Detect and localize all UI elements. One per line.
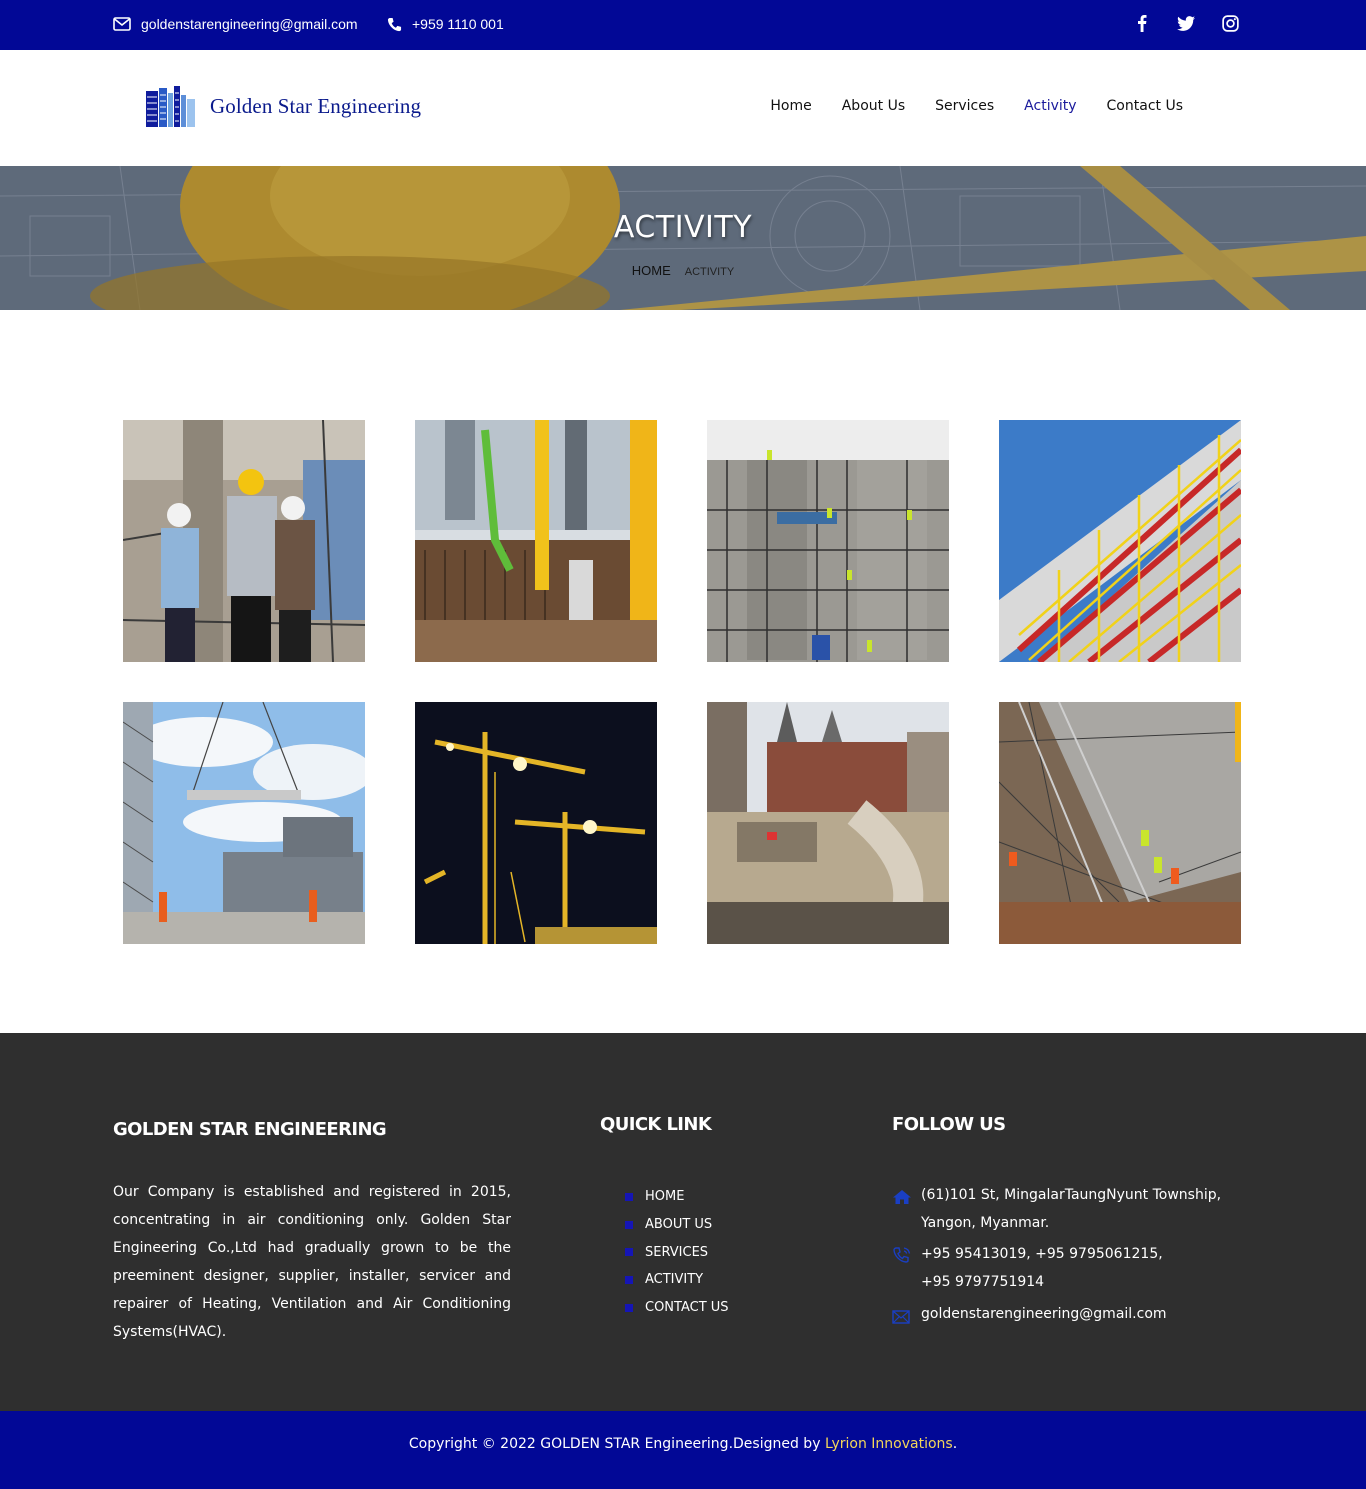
nav-home[interactable]: Home xyxy=(770,98,811,114)
home-icon xyxy=(892,1181,921,1237)
topbar-phone[interactable]: +959 1110 001 xyxy=(387,16,504,32)
footer-company-text: Our Company is established and registere… xyxy=(113,1184,511,1340)
footer-follow-title: FOLLOW US xyxy=(892,1114,1006,1135)
phone-icon xyxy=(387,17,402,31)
bullet-icon xyxy=(625,1275,633,1284)
bullet-icon xyxy=(625,1220,633,1229)
footer-email[interactable]: goldenstarengineering@gmail.com xyxy=(921,1300,1167,1334)
top-bar: goldenstarengineering@gmail.com +959 111… xyxy=(0,0,1366,50)
gallery-photo-cranes-night[interactable] xyxy=(415,702,657,944)
quick-link-label: ABOUT US xyxy=(645,1217,713,1233)
designer-link[interactable]: Lyrion Innovations xyxy=(825,1436,953,1452)
copyright-text: Copyright © 2022 GOLDEN STAR Engineering… xyxy=(408,1436,825,1452)
site-logo[interactable]: Golden Star Engineering xyxy=(146,85,421,127)
topbar-phone-text: +959 1110 001 xyxy=(412,16,504,32)
quick-links: HOME ABOUT US SERVICES ACTIVITY CONTACT … xyxy=(625,1183,729,1321)
gallery-photo-excavation[interactable] xyxy=(707,702,949,944)
building-logo-icon xyxy=(146,86,195,127)
facebook-icon[interactable] xyxy=(1132,13,1152,33)
social-links xyxy=(1132,13,1240,33)
gallery-photo-scaffolding-workers[interactable] xyxy=(707,420,949,662)
quick-link-label: HOME xyxy=(645,1189,685,1205)
instagram-icon[interactable] xyxy=(1220,13,1240,33)
quick-link-label: CONTACT US xyxy=(645,1300,729,1316)
breadcrumb-home[interactable]: HOME xyxy=(632,263,671,278)
quick-link-activity[interactable]: ACTIVITY xyxy=(625,1266,729,1294)
gallery-photo-engineers[interactable] xyxy=(123,420,365,662)
envelope-icon xyxy=(892,1300,921,1334)
topbar-email[interactable]: goldenstarengineering@gmail.com xyxy=(113,16,358,32)
quick-link-services[interactable]: SERVICES xyxy=(625,1238,729,1266)
gallery-photo-site-crane[interactable] xyxy=(415,420,657,662)
gallery-photo-concrete-slab[interactable] xyxy=(999,702,1241,944)
footer-phones-line1: +95 95413019, +95 9795061215, xyxy=(921,1246,1163,1262)
bullet-icon xyxy=(625,1303,633,1312)
envelope-icon xyxy=(113,17,131,31)
copyright-end: . xyxy=(952,1436,958,1452)
site-header: Golden Star Engineering Home About Us Se… xyxy=(0,50,1366,166)
quick-link-contact[interactable]: CONTACT US xyxy=(625,1294,729,1322)
footer-quick-title: QUICK LINK xyxy=(600,1114,712,1135)
gallery-photo-facade-scaffolding[interactable] xyxy=(999,420,1241,662)
main-nav: Home About Us Services Activity Contact … xyxy=(770,98,1183,114)
nav-services[interactable]: Services xyxy=(935,98,994,114)
activity-gallery xyxy=(123,420,1243,944)
footer-phones-line2: +95 9797751914 xyxy=(921,1274,1045,1290)
nav-activity[interactable]: Activity xyxy=(1024,98,1076,114)
footer-contact: (61)101 St, MingalarTaungNyunt Township,… xyxy=(892,1181,1232,1334)
quick-link-about[interactable]: ABOUT US xyxy=(625,1211,729,1239)
footer-company-title: GOLDEN STAR ENGINEERING xyxy=(113,1119,387,1140)
brand-name: Golden Star Engineering xyxy=(210,93,422,118)
quick-link-label: ACTIVITY xyxy=(645,1272,704,1288)
bullet-icon xyxy=(625,1192,633,1201)
phone-ringing-icon xyxy=(892,1240,921,1296)
page-banner: ACTIVITY HOME ACTIVITY xyxy=(0,166,1366,310)
footer-address-line2: Yangon, Myanmar. xyxy=(921,1215,1050,1231)
footer-address-line1: (61)101 St, MingalarTaungNyunt Township, xyxy=(921,1187,1222,1203)
page-title: ACTIVITY xyxy=(613,210,753,245)
quick-link-label: SERVICES xyxy=(645,1244,709,1260)
gallery-photo-crane-lifting[interactable] xyxy=(123,702,365,944)
twitter-icon[interactable] xyxy=(1176,13,1196,33)
topbar-email-text: goldenstarengineering@gmail.com xyxy=(141,16,358,32)
quick-link-home[interactable]: HOME xyxy=(625,1183,729,1211)
bullet-icon xyxy=(625,1248,633,1257)
site-footer: GOLDEN STAR ENGINEERING Our Company is e… xyxy=(0,1033,1366,1411)
nav-contact-us[interactable]: Contact Us xyxy=(1107,98,1183,114)
nav-about-us[interactable]: About Us xyxy=(842,98,905,114)
breadcrumb: HOME ACTIVITY xyxy=(0,263,1366,278)
breadcrumb-current: ACTIVITY xyxy=(684,266,735,278)
copyright-bar: Copyright © 2022 GOLDEN STAR Engineering… xyxy=(0,1411,1366,1489)
